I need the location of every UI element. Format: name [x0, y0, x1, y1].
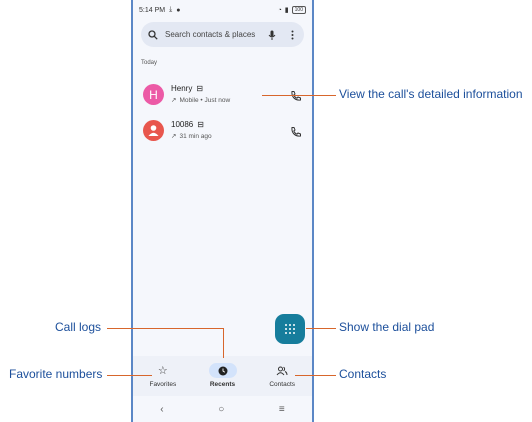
dialpad-icon	[285, 324, 295, 334]
section-header-today: Today	[141, 60, 158, 66]
callout-dialpad: Show the dial pad	[339, 320, 435, 334]
nav-favorites[interactable]: ☆ Favorites	[133, 356, 193, 396]
person-icon	[148, 125, 159, 136]
nav-contacts[interactable]: Contacts	[252, 356, 312, 396]
back-icon[interactable]: ‹	[160, 404, 163, 415]
bottom-navigation: ☆ Favorites Recents Contacts	[133, 356, 312, 396]
phone-icon	[291, 91, 301, 101]
star-icon: ☆	[157, 365, 168, 377]
callout-details: View the call's detailed information	[339, 87, 523, 101]
search-input[interactable]: Search contacts & places	[165, 30, 267, 39]
recent-apps-icon[interactable]: ≡	[279, 404, 285, 415]
callout-contacts: Contacts	[339, 367, 387, 381]
status-bar: 5:14 PM ⤓ ● ◔ ▮ 100	[139, 4, 306, 16]
caller-name: 10086	[171, 120, 194, 129]
nav-recents[interactable]: Recents	[193, 356, 253, 396]
more-options-icon[interactable]	[287, 30, 297, 40]
microphone-icon[interactable]	[267, 30, 277, 40]
download-icon: ⤓	[169, 6, 173, 13]
leader-line	[306, 328, 336, 329]
status-time: 5:14 PM	[139, 6, 166, 14]
leader-line	[107, 328, 224, 329]
leader-line	[107, 375, 152, 376]
callout-call-logs: Call logs	[55, 320, 102, 334]
outgoing-call-icon: ↗	[171, 133, 177, 140]
outgoing-call-icon: ↗	[171, 97, 177, 104]
people-icon	[276, 366, 288, 375]
clock-icon	[218, 366, 227, 375]
search-icon[interactable]	[148, 29, 158, 40]
callout-favorites: Favorite numbers	[9, 367, 103, 381]
call-detail: 31 min ago	[179, 132, 212, 140]
signal-icon: ▮	[284, 7, 289, 14]
search-bar[interactable]: Search contacts & places	[141, 22, 304, 47]
nav-label: Contacts	[269, 381, 295, 388]
dialpad-button[interactable]	[275, 314, 305, 344]
call-back-button[interactable]	[290, 125, 302, 137]
call-detail: Mobile • Just now	[179, 96, 231, 104]
nav-label: Favorites	[149, 381, 177, 388]
account-icon: ●	[176, 6, 181, 14]
sim-icon: ⊟	[197, 120, 204, 129]
caller-name: Henry	[171, 84, 193, 93]
leader-line	[262, 95, 336, 96]
leader-line	[295, 375, 336, 376]
avatar[interactable]	[143, 120, 164, 141]
avatar[interactable]: H	[143, 84, 164, 105]
call-log-row[interactable]: 10086 ⊟ ↗ 31 min ago	[141, 117, 304, 145]
sim-icon: ⊟	[196, 84, 204, 93]
phone-icon	[291, 127, 301, 137]
system-navigation-bar: ‹ ○ ≡	[133, 398, 312, 420]
wifi-icon: ◔	[277, 6, 282, 14]
nav-label: Recents	[209, 381, 236, 388]
home-icon[interactable]: ○	[218, 404, 224, 415]
phone-screen: 5:14 PM ⤓ ● ◔ ▮ 100 Search contacts & pl…	[131, 0, 314, 422]
leader-line	[223, 328, 224, 358]
battery-indicator: 100	[291, 6, 306, 14]
